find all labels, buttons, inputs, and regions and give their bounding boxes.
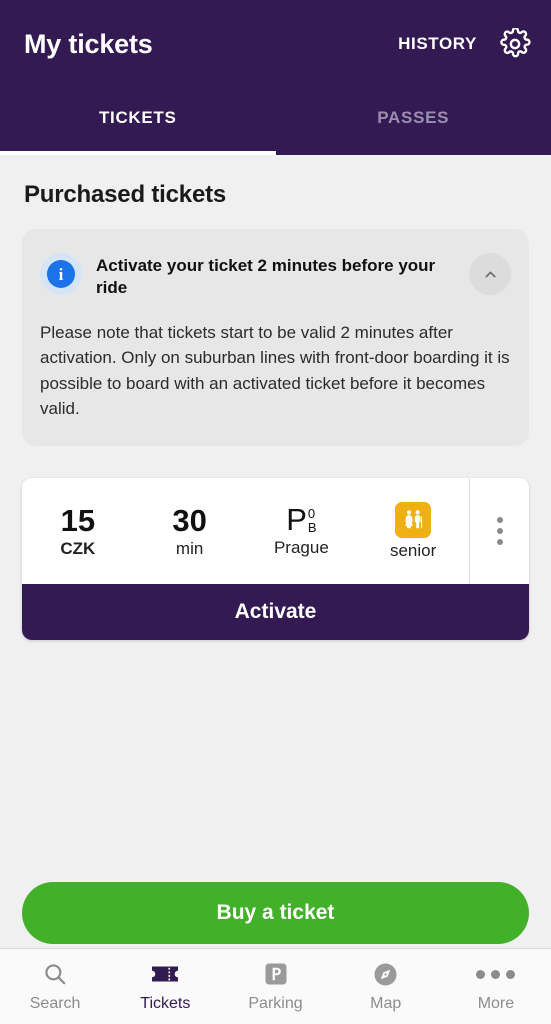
nav-label-more: More — [477, 995, 515, 1012]
senior-passengers-icon — [395, 502, 432, 539]
more-dots — [476, 969, 516, 979]
ticket-zone: P 0 B Prague — [246, 502, 358, 557]
kebab-dots — [496, 516, 503, 545]
header-actions: HISTORY — [398, 28, 531, 60]
ticket-price-value: 15 — [60, 502, 96, 538]
page-content: Purchased tickets i Activate your ticket… — [0, 155, 551, 640]
ticket-zone-affixes: 0 B — [308, 506, 317, 534]
activation-notice-card: i Activate your ticket 2 minutes before … — [22, 229, 529, 446]
buy-ticket-button[interactable]: Buy a ticket — [22, 882, 529, 944]
tab-passes[interactable]: PASSES — [276, 89, 551, 155]
ticket-zone-label: Prague — [273, 537, 329, 557]
ticket-passenger-label: senior — [389, 541, 437, 561]
ticket-details-row: 15 CZK 30 min P 0 B Prague senior — [22, 477, 529, 584]
section-title: Purchased tickets — [24, 181, 227, 208]
nav-item-search[interactable]: Search — [0, 949, 110, 1024]
compass-icon — [372, 960, 399, 988]
ticket-zone-superscript: 0 — [307, 506, 316, 522]
notice-body-text: Please note that tickets start to be val… — [40, 322, 510, 419]
gear-icon[interactable] — [499, 28, 531, 60]
ticket-zone-letter: P — [286, 502, 307, 538]
search-icon — [42, 960, 68, 988]
info-icon-glyph: i — [47, 260, 75, 288]
header-top-bar: My tickets HISTORY — [0, 0, 551, 66]
ticket-zone-code: P 0 B — [286, 502, 317, 538]
parking-icon — [263, 960, 289, 988]
page-title: My tickets — [24, 28, 153, 59]
more-dot — [506, 969, 516, 979]
nav-item-tickets[interactable]: Tickets — [110, 949, 220, 1024]
ticket-duration-value: 30 — [172, 502, 207, 538]
activate-button[interactable]: Activate — [22, 583, 529, 640]
notice-header: i Activate your ticket 2 minutes before … — [40, 251, 511, 300]
nav-item-map[interactable]: Map — [331, 949, 441, 1024]
more-dots-icon — [476, 960, 516, 988]
nav-item-more[interactable]: More — [441, 949, 551, 1024]
ticket-attribute-columns: 15 CZK 30 min P 0 B Prague senior — [22, 478, 469, 584]
kebab-menu-icon[interactable] — [469, 477, 529, 584]
info-icon: i — [40, 253, 82, 295]
ticket-duration-unit: min — [175, 538, 204, 558]
buy-ticket-container: Buy a ticket — [22, 882, 529, 944]
app-header: My tickets HISTORY TICKETS PASSES — [0, 0, 551, 155]
header-tabs: TICKETS PASSES — [0, 89, 551, 155]
ticket-icon — [150, 960, 180, 988]
ticket-card: 15 CZK 30 min P 0 B Prague senior Activa… — [22, 477, 529, 640]
nav-label-tickets: Tickets — [140, 995, 191, 1012]
nav-label-map: Map — [370, 995, 402, 1012]
nav-label-parking: Parking — [248, 995, 303, 1012]
ticket-price: 15 CZK — [22, 505, 134, 557]
bottom-navigation: Search Tickets Parking Map More — [0, 948, 551, 1024]
kebab-dot — [496, 516, 503, 523]
nav-item-parking[interactable]: Parking — [220, 949, 330, 1024]
ticket-duration: 30 min — [134, 505, 246, 557]
kebab-dot — [496, 538, 503, 545]
kebab-dot — [496, 527, 503, 534]
ticket-price-currency: CZK — [60, 538, 96, 558]
notice-title: Activate your ticket 2 minutes before yo… — [96, 256, 436, 298]
more-dot — [476, 969, 486, 979]
more-dot — [491, 969, 501, 979]
ticket-zone-subscript: B — [307, 519, 317, 535]
history-button[interactable]: HISTORY — [398, 34, 477, 54]
tab-tickets[interactable]: TICKETS — [0, 89, 276, 155]
nav-label-search: Search — [29, 995, 81, 1012]
chevron-up-icon[interactable] — [469, 253, 511, 295]
ticket-passenger: senior — [357, 502, 469, 559]
